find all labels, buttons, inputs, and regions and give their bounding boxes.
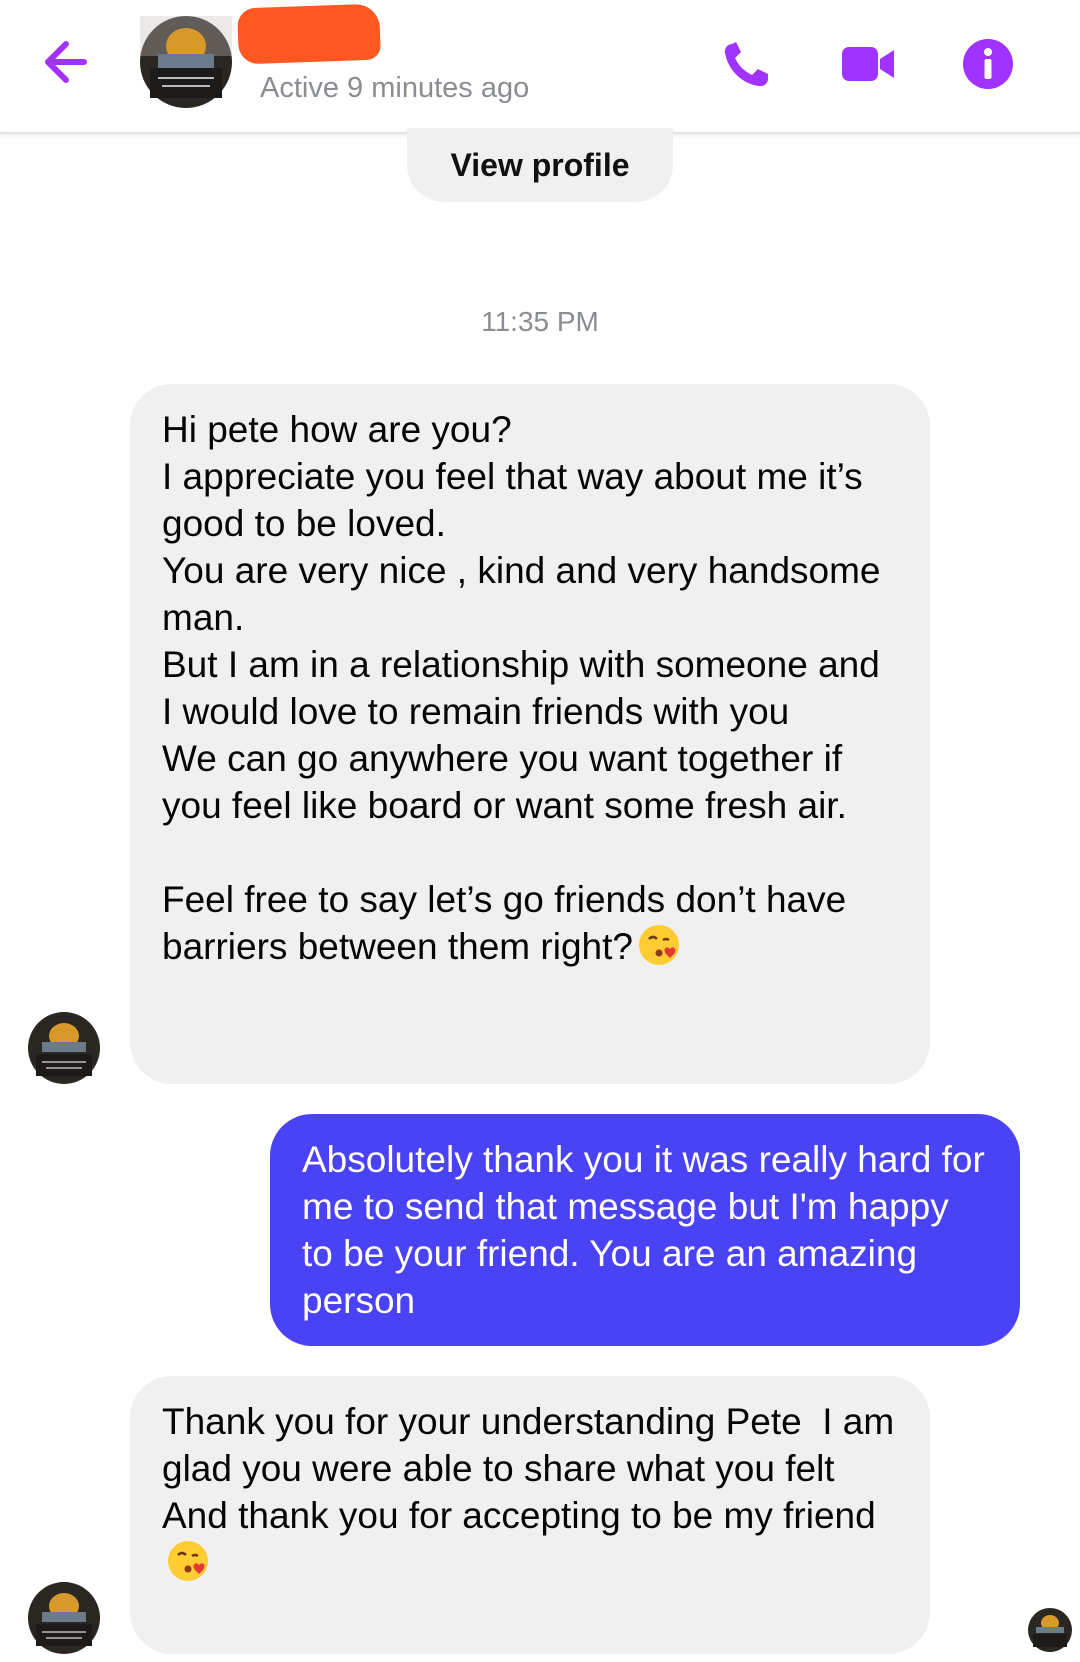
chat-header: Active 9 minutes ago [0, 0, 1080, 134]
view-profile-button[interactable]: View profile [407, 128, 673, 202]
message-text: Hi pete how are you? I appreciate you fe… [162, 409, 881, 967]
read-receipt-avatar [1028, 1608, 1072, 1652]
video-call-button[interactable] [840, 38, 896, 90]
voice-call-button[interactable] [720, 38, 776, 90]
message-text: Absolutely thank you it was really hard … [302, 1139, 996, 1321]
info-icon [963, 39, 1013, 89]
sender-avatar[interactable] [28, 1582, 100, 1654]
face-blowing-kiss-icon [166, 1539, 210, 1583]
arrow-left-icon [45, 41, 87, 83]
incoming-message[interactable]: Thank you for your understanding Pete I … [130, 1376, 930, 1654]
outgoing-message[interactable]: Absolutely thank you it was really hard … [270, 1114, 1020, 1346]
message-timestamp: 11:35 PM [481, 306, 599, 337]
face-blowing-kiss-icon [637, 923, 681, 967]
info-button[interactable] [960, 38, 1016, 90]
back-button[interactable] [40, 36, 100, 88]
contact-avatar[interactable] [140, 16, 232, 108]
incoming-message[interactable]: Hi pete how are you? I appreciate you fe… [130, 384, 930, 1084]
phone-icon [724, 42, 768, 87]
redaction-mark [237, 3, 381, 65]
video-camera-icon [842, 47, 894, 81]
active-status: Active 9 minutes ago [260, 72, 530, 104]
message-text: Thank you for your understanding Pete I … [162, 1401, 895, 1536]
sender-avatar[interactable] [28, 1012, 100, 1084]
